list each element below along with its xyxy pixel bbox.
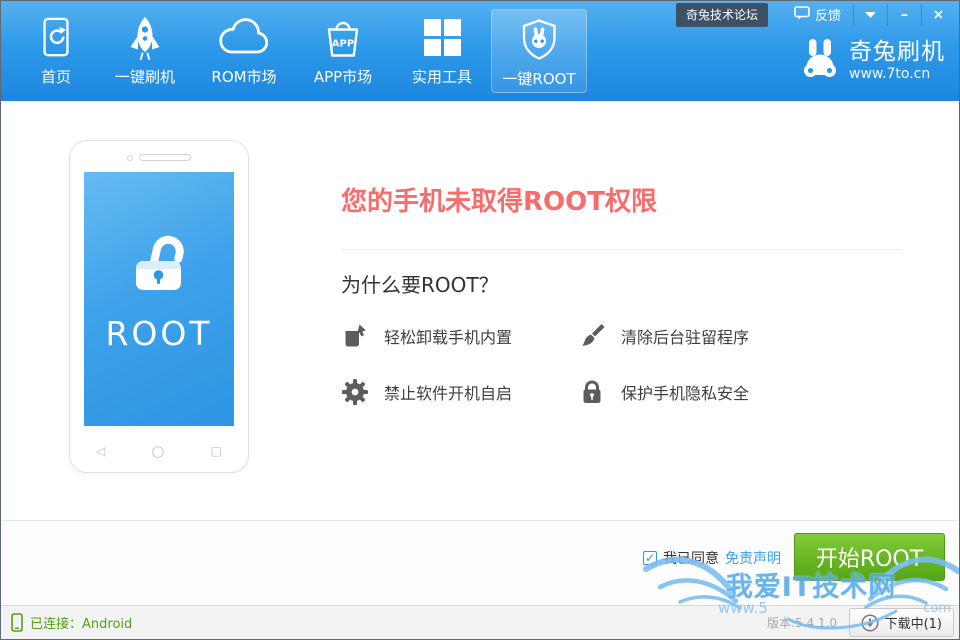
connection-status: 已连接：Android: [11, 613, 132, 632]
agree-row: ✓ 我已同意 免责声明: [643, 548, 781, 568]
titlebar: 奇兔技术论坛 反馈 – ×: [676, 1, 955, 28]
version-text: 版本:5.4.1.0: [767, 614, 837, 631]
dropdown-button[interactable]: [853, 4, 887, 26]
feedback-button[interactable]: 反馈: [782, 5, 853, 24]
nav-item-flash[interactable]: 一键刷机: [95, 1, 195, 101]
feature-clean: 清除后台驻留程序: [578, 320, 749, 352]
nav-item-home[interactable]: 首页: [17, 1, 95, 101]
phone-nav-buttons: ◁ ○ □: [96, 442, 222, 460]
clean-brush-icon: [578, 322, 606, 350]
app-window: 首页 一键刷机: [0, 0, 960, 640]
android-home-icon: ○: [151, 442, 164, 460]
connection-text: 已连接：Android: [30, 613, 132, 632]
disclaimer-link[interactable]: 免责声明: [725, 548, 781, 568]
app-bag-icon: APP: [319, 14, 367, 62]
nav-label: 首页: [41, 66, 71, 87]
agree-checkbox[interactable]: ✓: [643, 551, 657, 565]
minimize-button[interactable]: –: [887, 4, 921, 26]
logo-url: www.7to.cn: [849, 67, 945, 82]
nav-item-app-market[interactable]: APP APP市场: [293, 1, 393, 101]
connected-phone-icon: [11, 613, 23, 632]
feature-autostart: 禁止软件开机自启: [341, 376, 578, 408]
logo-title: 奇兔刷机: [849, 40, 945, 65]
nav-label: ROM市场: [211, 66, 276, 87]
rocket-icon: [123, 14, 167, 62]
shield-rabbit-icon: [516, 16, 562, 64]
header: 首页 一键刷机: [1, 1, 959, 101]
android-recent-icon: □: [211, 444, 222, 458]
feature-label: 禁止软件开机自启: [384, 380, 512, 404]
speech-bubble-icon: [794, 6, 810, 24]
close-button[interactable]: ×: [921, 4, 955, 26]
downloading-button[interactable]: 下载中(1): [849, 608, 954, 637]
feature-label: 清除后台驻留程序: [621, 324, 749, 348]
phone-illustration: ROOT ◁ ○ □: [69, 140, 249, 473]
start-root-button[interactable]: 开始ROOT: [794, 533, 945, 581]
feedback-label: 反馈: [815, 5, 841, 24]
divider: [341, 249, 901, 250]
tools-grid-icon: [421, 14, 463, 62]
nav-label: APP市场: [314, 66, 372, 87]
cloud-icon: [215, 14, 273, 62]
lock-icon: [578, 378, 606, 406]
android-back-icon: ◁: [96, 444, 105, 458]
feature-privacy: 保护手机隐私安全: [578, 376, 749, 408]
download-icon: [861, 614, 879, 632]
phone-root-label: ROOT: [105, 314, 212, 353]
feature-uninstall: 轻松卸载手机内置: [341, 320, 578, 352]
phone-speaker: [70, 154, 248, 161]
nav-label: 一键ROOT: [502, 68, 575, 89]
uninstall-icon: [341, 322, 369, 350]
downloading-label: 下载中(1): [885, 613, 942, 632]
agree-text: 我已同意: [663, 548, 719, 568]
feature-label: 轻松卸载手机内置: [384, 324, 512, 348]
phone-screen: ROOT: [84, 172, 234, 426]
feature-list: 轻松卸载手机内置 清除后台驻留程序: [341, 320, 749, 408]
nav-item-root[interactable]: 一键ROOT: [491, 9, 587, 93]
gear-icon: [341, 378, 369, 406]
chevron-down-icon: [865, 12, 876, 18]
why-root-heading: 为什么要ROOT？: [341, 269, 499, 298]
main-nav: 首页 一键刷机: [17, 1, 587, 101]
feature-label: 保护手机隐私安全: [621, 380, 749, 404]
app-bag-text: APP: [332, 39, 354, 50]
status-bar: 已连接：Android 版本:5.4.1.0 下载中(1): [1, 605, 959, 639]
home-refresh-icon: [35, 14, 77, 62]
nav-label: 实用工具: [412, 66, 472, 87]
forum-button[interactable]: 奇兔技术论坛: [676, 3, 768, 27]
nav-item-rom-market[interactable]: ROM市场: [195, 1, 293, 101]
brand-logo: 奇兔刷机 www.7to.cn: [800, 37, 945, 85]
nav-label: 一键刷机: [115, 66, 175, 87]
unlocked-padlock-icon: [119, 230, 199, 300]
nav-item-tools[interactable]: 实用工具: [393, 1, 491, 101]
page-title: 您的手机未取得ROOT权限: [341, 181, 657, 218]
rabbit-logo-icon: [800, 37, 840, 85]
footer-action-bar: ✓ 我已同意 免责声明 开始ROOT: [1, 520, 959, 607]
